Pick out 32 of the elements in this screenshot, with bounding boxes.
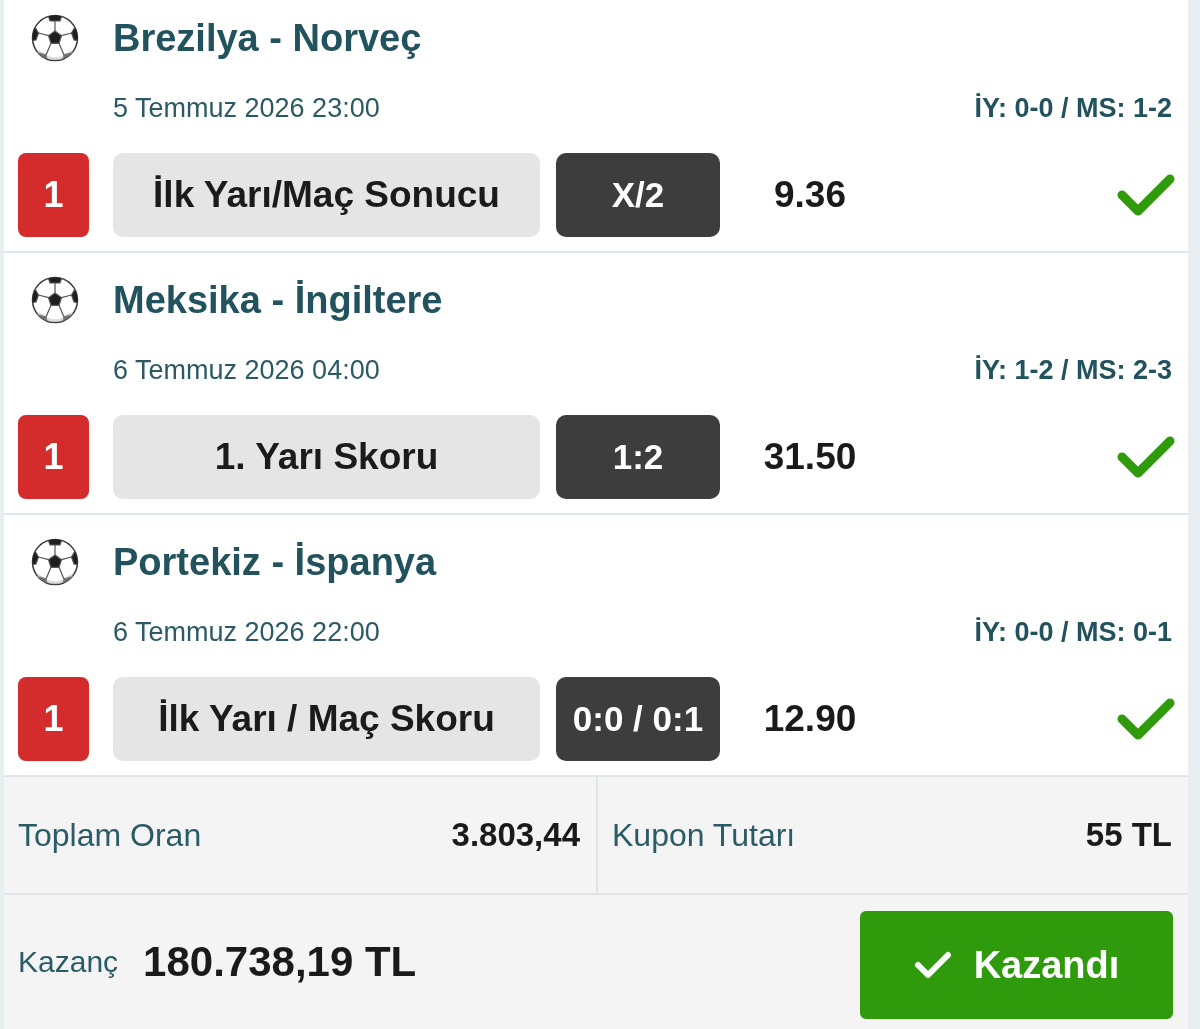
selection-label: 1:2: [556, 415, 720, 499]
soccer-ball-icon: [30, 537, 80, 587]
total-odds-value: 3.803,44: [451, 816, 580, 854]
match-title: Brezilya - Norveç: [113, 16, 422, 60]
winnings-label: Kazanç: [18, 945, 119, 979]
stake-value: 55 TL: [1085, 816, 1172, 854]
match-date: 5 Temmuz 2026 23:00: [113, 92, 380, 124]
number-badge: 1: [18, 677, 89, 761]
selection-label: X/2: [556, 153, 720, 237]
odds-value: 12.90: [763, 698, 857, 740]
check-icon: [913, 950, 952, 980]
soccer-ball-icon: [30, 275, 80, 325]
total-odds-label: Toplam Oran: [18, 816, 202, 854]
number-badge: 1: [18, 153, 89, 237]
result-button[interactable]: Kazandı: [860, 911, 1173, 1019]
match-score: İY: 1-2 / MS: 2-3: [974, 354, 1172, 386]
match-score: İY: 0-0 / MS: 1-2: [974, 92, 1172, 124]
stake-label: Kupon Tutarı: [612, 816, 796, 854]
selection-label: 0:0 / 0:1: [556, 677, 720, 761]
number-badge: 1: [18, 415, 89, 499]
match-title: Portekiz - İspanya: [113, 540, 437, 584]
match-score: İY: 0-0 / MS: 0-1: [974, 616, 1172, 648]
market-label: İlk Yarı/Maç Sonucu: [113, 153, 540, 237]
market-label: İlk Yarı / Maç Skoru: [113, 677, 540, 761]
odds-value: 9.36: [774, 174, 846, 216]
odds-value: 31.50: [763, 436, 857, 478]
soccer-ball-icon: [30, 13, 80, 63]
winnings-value: 180.738,19 TL: [143, 938, 417, 986]
market-label: 1. Yarı Skoru: [113, 415, 540, 499]
match-date: 6 Temmuz 2026 04:00: [113, 354, 380, 386]
match-title: Meksika - İngiltere: [113, 278, 443, 322]
match-date: 6 Temmuz 2026 22:00: [113, 616, 380, 648]
